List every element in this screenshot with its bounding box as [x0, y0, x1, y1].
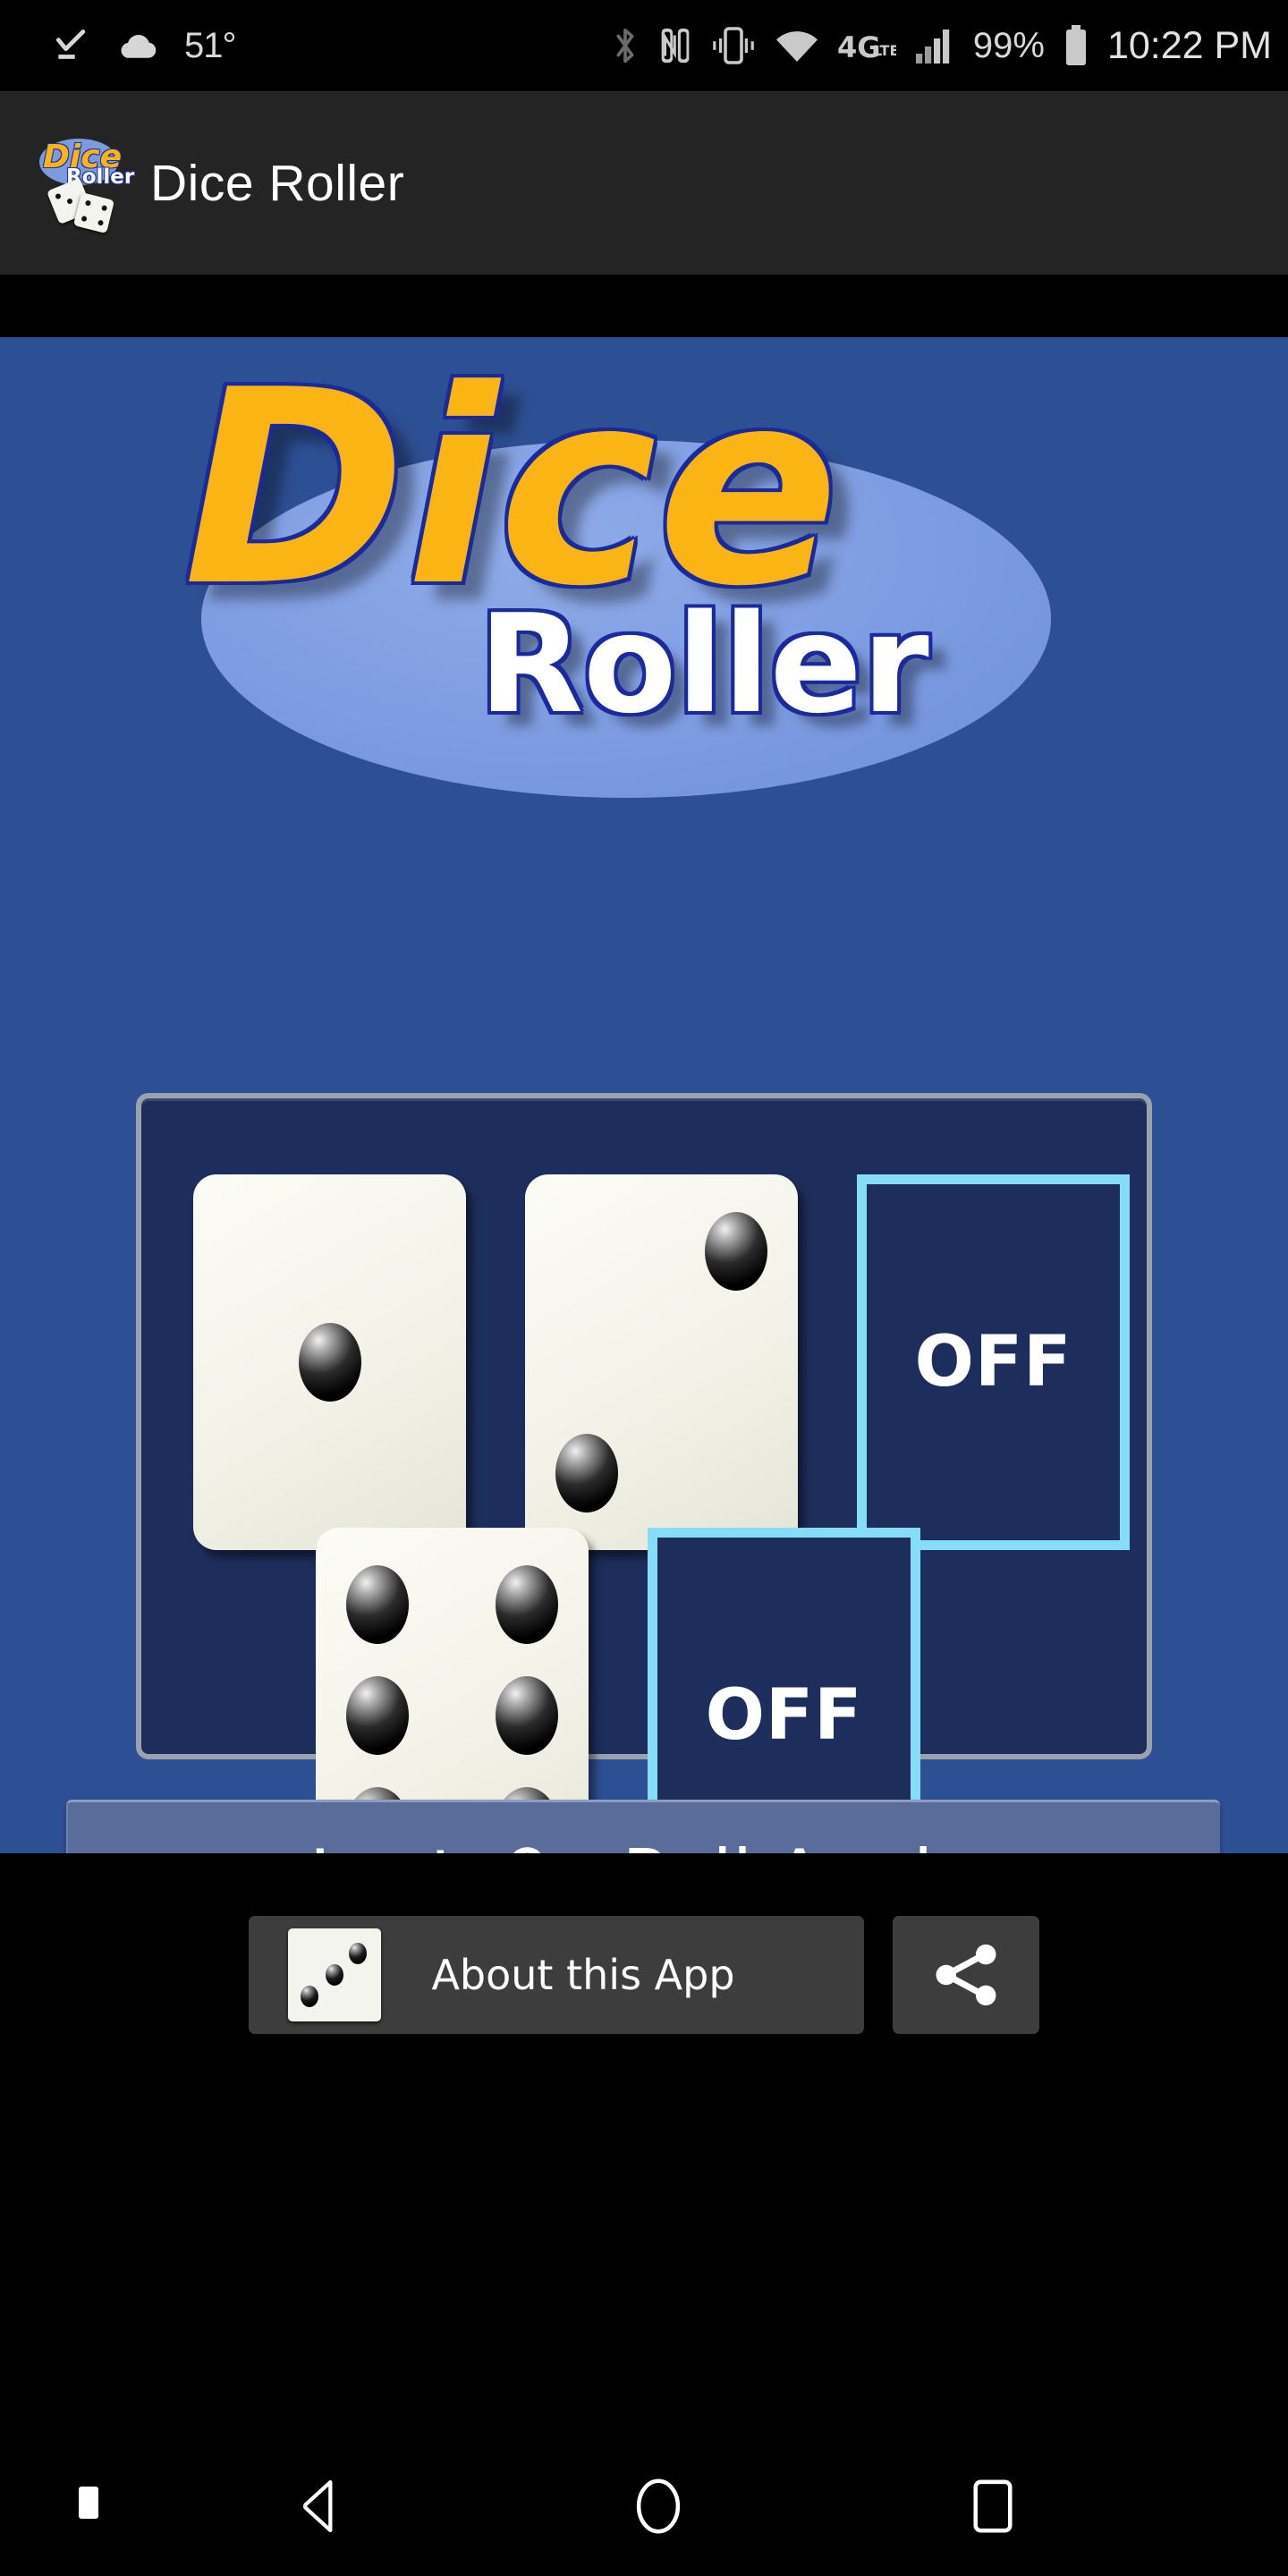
hero-logo-word-roller: Roller	[479, 585, 929, 743]
last-roll-label: Last: 9 - Roll Again	[309, 1835, 979, 1853]
die-4-pip	[346, 1565, 409, 1644]
die-3-icon	[288, 1928, 381, 2021]
status-bar: 51° 4G LT 99% 10:22 PM	[0, 0, 1288, 91]
hero-logo-word-dice: Dice	[183, 337, 840, 645]
system-nav-bar	[0, 2433, 1288, 2576]
dice-row-1: OFF	[193, 1174, 1130, 1550]
back-button[interactable]	[288, 2476, 352, 2541]
die-3-off-toggle[interactable]: OFF	[857, 1174, 1130, 1550]
hero-logo: Dice Roller	[183, 355, 1105, 811]
last-roll-button[interactable]: Last: 9 - Roll Again	[66, 1800, 1220, 1853]
app-icon-die-b	[72, 191, 115, 234]
recents-button[interactable]	[961, 2476, 1025, 2541]
dice-roller-app-icon: Dice Roller	[38, 133, 134, 234]
die-4-pip	[346, 1676, 409, 1755]
4g-lte-icon: 4G LTE	[837, 27, 899, 64]
about-this-app-button[interactable]: About this App	[249, 1916, 864, 2034]
vibrate-icon	[710, 26, 757, 65]
cell-signal-icon	[914, 27, 955, 64]
cloud-icon	[116, 28, 159, 64]
wifi-icon	[775, 27, 819, 64]
menu-dot-indicator[interactable]	[79, 2487, 98, 2519]
die-4-pip	[496, 1676, 558, 1755]
nfc-icon	[658, 25, 692, 66]
app-bar: Dice Roller Dice Roller	[0, 91, 1288, 275]
share-button[interactable]	[893, 1916, 1039, 2034]
die-4-pip	[496, 1565, 558, 1644]
status-bar-left: 51°	[52, 26, 236, 66]
app-title: Dice Roller	[150, 155, 405, 212]
die-3-off-label: OFF	[914, 1322, 1072, 1402]
die-2[interactable]	[525, 1174, 798, 1550]
die-2-pip	[705, 1212, 767, 1291]
bottom-area: About this App	[0, 1853, 1288, 2576]
temperature-label: 51°	[184, 25, 236, 65]
die-1-pip	[299, 1323, 361, 1402]
home-button[interactable]	[626, 2474, 691, 2543]
bluetooth-icon	[610, 25, 640, 66]
footer-button-row: About this App	[249, 1916, 1039, 2034]
die-1[interactable]	[193, 1174, 466, 1550]
clock-label: 10:22 PM	[1106, 23, 1272, 67]
battery-full-icon	[1063, 24, 1089, 67]
die-2-pip	[555, 1434, 618, 1513]
status-bar-right: 4G LTE 99% 10:22 PM	[610, 24, 1272, 68]
svg-text:LTE: LTE	[873, 42, 896, 59]
die-5-off-label: OFF	[705, 1675, 863, 1756]
share-icon	[929, 1938, 1003, 2012]
appbar-black-gap	[0, 275, 1288, 337]
battery-percent-label: 99%	[972, 25, 1045, 65]
download-complete-icon	[52, 26, 91, 65]
dice-panel: OFF OFF	[136, 1093, 1152, 1853]
main-stage: Dice Roller OFF OFF	[0, 337, 1288, 1853]
